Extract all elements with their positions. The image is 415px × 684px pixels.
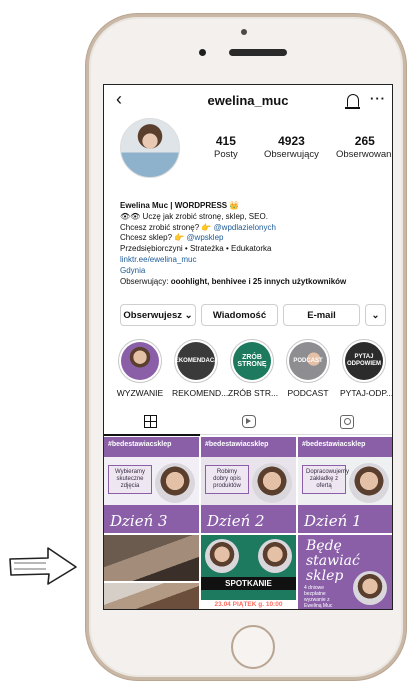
- post-portrait-right: [258, 539, 292, 573]
- post-spotkanie[interactable]: SPOTKANIE 23.04 PIĄTEK g. 10:00: [201, 535, 296, 609]
- phone-frame: ‹ ewelina_muc ··· 415 Posty 4923 Obserwu…: [86, 14, 406, 680]
- post-meeting-title: SPOTKANIE: [201, 577, 296, 590]
- highlight-caption: PYTAJ-ODP...: [340, 388, 393, 398]
- email-button[interactable]: E-mail: [283, 304, 360, 326]
- suggested-accounts-button[interactable]: ⌄: [365, 304, 386, 326]
- bio-name: Ewelina Muc | WORDPRESS 👑: [120, 201, 240, 210]
- post-day-label: Dzień 2: [207, 512, 265, 530]
- post-bede-stawiac-sklep[interactable]: Będę stawiać sklep 4 dniowe bezpłatne wy…: [298, 535, 392, 609]
- highlight-rekomendacje[interactable]: REKOMENDACJE REKOMEND...: [171, 339, 229, 398]
- post-meeting-date: 23.04 PIĄTEK g. 10:00: [201, 600, 296, 609]
- post-portrait: [252, 463, 292, 503]
- post-portrait: [155, 463, 195, 503]
- post-video-frame-bottom: [104, 583, 199, 609]
- followed-by-names: ooohlight, benhivee i 25 innych użytkown…: [170, 276, 347, 286]
- stat-following-count: 265: [354, 134, 375, 148]
- profile-bio: Ewelina Muc | WORDPRESS 👑 👁👁 Uczę jak zr…: [120, 201, 388, 287]
- grid-posts-icon[interactable]: [144, 415, 157, 428]
- bio-followed-by[interactable]: Obserwujący: ooohlight, benhivee i 25 in…: [120, 277, 388, 288]
- bio-website-link[interactable]: linktr.ee/ewelina_muc: [120, 255, 388, 266]
- highlight-cover: PODCAST: [289, 342, 327, 380]
- post-topic-card: Robimy dobry opis produktów: [205, 465, 249, 494]
- post-hashtag: #bedestawiacsklep: [205, 441, 269, 448]
- post-day-1[interactable]: #bedestawiacsklep Dopracowujemy zakładkę…: [298, 437, 392, 533]
- more-options-icon[interactable]: ···: [370, 91, 386, 106]
- arrow-icon: [9, 547, 77, 585]
- home-button[interactable]: [231, 625, 275, 669]
- post-hashtag: #bedestawiacsklep: [108, 441, 172, 448]
- stat-posts[interactable]: 415 Posty: [214, 134, 238, 160]
- instagram-profile-screen: ‹ ewelina_muc ··· 415 Posty 4923 Obserwu…: [103, 84, 393, 610]
- highlight-ring: [118, 339, 162, 383]
- highlight-caption: REKOMEND...: [172, 388, 229, 398]
- stat-posts-label: Posty: [214, 149, 238, 160]
- highlight-ring: PODCAST: [286, 339, 330, 383]
- bio-line-1: 👁👁 Uczę jak zrobić stronę, sklep, SEO.: [120, 211, 268, 221]
- bio-line-4: Przedsiębiorczyni • Strateżka • Edukator…: [120, 244, 272, 254]
- highlight-ring: ZRÓB STRONĘ: [230, 339, 274, 383]
- stat-posts-count: 415: [215, 134, 236, 148]
- post-day-label: Dzień 3: [110, 512, 168, 530]
- followed-by-prefix: Obserwujący:: [120, 276, 171, 286]
- highlight-ring: REKOMENDACJE: [171, 339, 222, 383]
- post-portrait: [349, 463, 389, 503]
- highlight-cover: PYTAJ ODPOWIEM: [345, 342, 383, 380]
- post-hashtag: #bedestawiacsklep: [302, 441, 366, 448]
- reels-icon[interactable]: [242, 415, 256, 428]
- bio-mention-wpdlazielonych[interactable]: @wpdlazielonych: [214, 223, 276, 232]
- post-topic-card: Dopracowujemy zakładkę z ofertą: [302, 465, 349, 494]
- highlight-ring: PYTAJ ODPOWIEM: [342, 339, 386, 383]
- post-challenge-note: 4 dniowe bezpłatne wyzwanie z Eweliną Mu…: [304, 585, 333, 609]
- sensor-dot: [241, 29, 247, 35]
- notification-bell-icon[interactable]: [345, 94, 360, 109]
- post-topic-card: Wybieramy skuteczne zdjęcia: [108, 465, 152, 494]
- highlight-caption: PODCAST: [287, 388, 329, 398]
- post-video-call[interactable]: [104, 535, 199, 609]
- earpiece-speaker: [229, 49, 287, 56]
- highlight-pytaj-odpowiem[interactable]: PYTAJ ODPOWIEM PYTAJ-ODP...: [340, 339, 393, 398]
- highlight-zrob-strone[interactable]: ZRÓB STRONĘ ZRÓB STR...: [228, 339, 279, 398]
- top-bar: ‹ ewelina_muc ···: [104, 85, 392, 115]
- post-day-3[interactable]: #bedestawiacsklep Wybieramy skuteczne zd…: [104, 437, 199, 533]
- post-portrait-left: [205, 539, 239, 573]
- bio-line-3-text: Chcesz sklep? 👉: [120, 233, 187, 243]
- message-button[interactable]: Wiadomość: [201, 304, 278, 326]
- stat-followers-count: 4923: [278, 134, 305, 148]
- post-day-2[interactable]: #bedestawiacsklep Robimy dobry opis prod…: [201, 437, 296, 533]
- highlight-caption: WYZWANIE: [116, 388, 164, 398]
- bio-line-2-text: Chcesz zrobić stronę? 👉: [120, 222, 214, 232]
- stat-followers[interactable]: 4923 Obserwujący: [264, 134, 319, 160]
- bio-location-link[interactable]: Gdynia: [120, 266, 388, 277]
- stat-followers-label: Obserwujący: [264, 149, 319, 160]
- post-portrait: [353, 571, 387, 605]
- active-tab-indicator: [104, 434, 200, 436]
- tagged-posts-icon[interactable]: [340, 415, 354, 429]
- highlight-caption: ZRÓB STR...: [228, 388, 279, 398]
- bio-line-3: Chcesz sklep? 👉 @wpsklep: [120, 233, 388, 244]
- front-camera: [199, 49, 206, 56]
- stat-following-label: Obserwowani: [336, 149, 393, 160]
- bio-mention-wpsklep[interactable]: @wpsklep: [186, 233, 223, 242]
- highlight-cover: [121, 342, 159, 380]
- stat-following[interactable]: 265 Obserwowani: [336, 134, 393, 160]
- post-day-label: Dzień 1: [304, 512, 362, 530]
- highlight-cover: REKOMENDACJE: [171, 342, 222, 380]
- post-video-frame-top: [104, 535, 199, 581]
- profile-avatar[interactable]: [120, 118, 180, 178]
- highlight-cover: ZRÓB STRONĘ: [233, 342, 271, 380]
- highlight-wyzwanie[interactable]: WYZWANIE: [116, 339, 164, 398]
- highlight-podcast[interactable]: PODCAST PODCAST: [284, 339, 332, 398]
- following-button[interactable]: Obserwujesz ⌄: [120, 304, 196, 326]
- bio-line-2: Chcesz zrobić stronę? 👉 @wpdlazielonych: [120, 223, 388, 234]
